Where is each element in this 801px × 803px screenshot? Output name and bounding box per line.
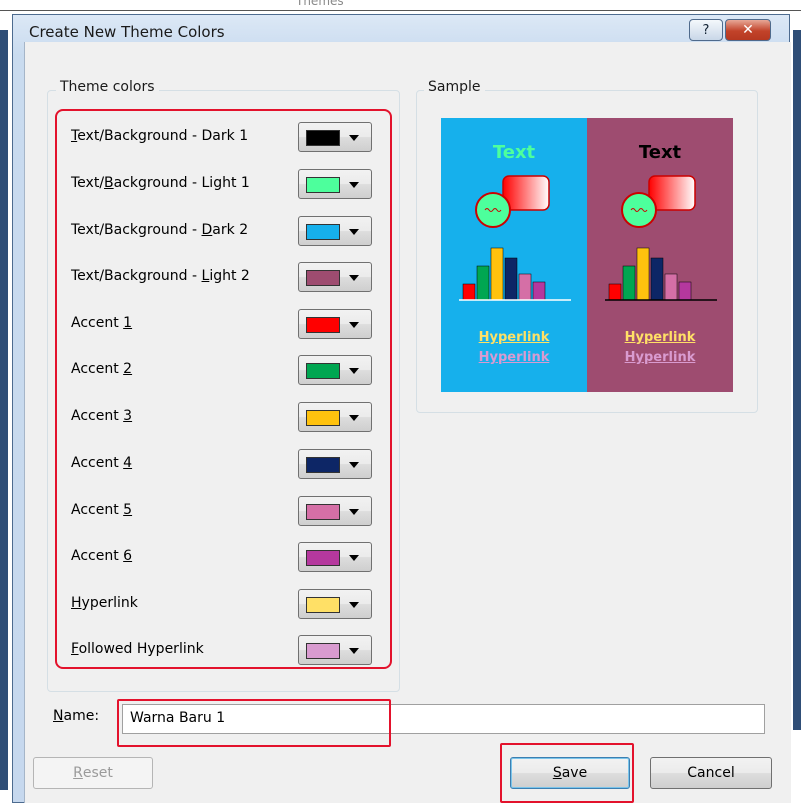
sample-text-right: Text (638, 142, 682, 163)
highlight-name-input (117, 699, 391, 747)
highlight-theme-colors (55, 109, 392, 669)
sample-bar-right-1 (608, 283, 622, 301)
cancel-button-label: Cancel (687, 765, 735, 781)
sample-light-panel: Text Hyperlink Hyperlink (587, 118, 733, 392)
sample-preview: Text Hyperlink Hyperlink Text Hyperlink … (441, 118, 733, 392)
background-window-edge-right (793, 30, 801, 730)
help-icon: ? (702, 22, 710, 38)
background-ghost-text: Themes (296, 0, 344, 8)
sample-bar-right-5 (664, 273, 678, 301)
name-label-rest: ame: (63, 708, 100, 724)
reset-button-rest: eset (82, 765, 113, 781)
reset-button-key: R (73, 765, 83, 781)
sample-bar-right-4 (650, 257, 664, 301)
dialog-title: Create New Theme Colors (29, 23, 225, 41)
sample-bar-right-2 (622, 265, 636, 301)
sample-text-left: Text (492, 142, 536, 163)
name-label-key: N (53, 708, 64, 724)
reset-button[interactable]: Reset (33, 757, 153, 789)
background-window-strip: Themes (0, 0, 801, 14)
help-button[interactable]: ? (689, 19, 723, 41)
sample-bar-right-3 (636, 247, 650, 301)
sample-hyperlink-left: Hyperlink (478, 330, 550, 345)
sample-bar-left-6 (532, 281, 546, 301)
sample-dark-panel: Text Hyperlink Hyperlink (441, 118, 587, 392)
sample-legend: Sample (424, 79, 485, 95)
sample-bar-left-4 (504, 257, 518, 301)
close-button[interactable]: ✕ (725, 19, 771, 41)
sample-bar-left-2 (476, 265, 490, 301)
highlight-save-button (500, 743, 634, 803)
sample-bar-left-1 (462, 283, 476, 301)
theme-colors-legend: Theme colors (56, 79, 159, 95)
name-label: Name: (53, 708, 99, 724)
sample-followed-hyperlink-left: Hyperlink (478, 350, 550, 365)
sample-bar-right-6 (678, 281, 692, 301)
cancel-button[interactable]: Cancel (650, 757, 772, 789)
sample-followed-hyperlink-right: Hyperlink (624, 350, 696, 365)
background-divider (0, 10, 801, 11)
sample-hyperlink-right: Hyperlink (624, 330, 696, 345)
close-icon: ✕ (742, 22, 754, 38)
sample-bar-left-5 (518, 273, 532, 301)
sample-bar-left-3 (490, 247, 504, 301)
background-window-edge-left (0, 30, 8, 790)
